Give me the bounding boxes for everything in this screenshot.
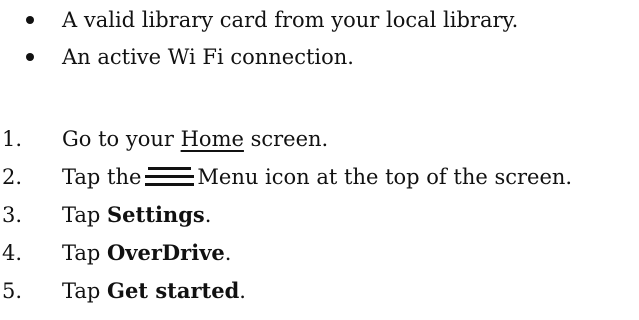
bullet-icon: [26, 16, 34, 24]
step-text-after: .: [204, 203, 212, 227]
requirements-list: A valid library card from your local lib…: [0, 6, 518, 80]
step-text-after: screen.: [243, 127, 329, 151]
step-item: 1. Go to your Home screen.: [0, 125, 572, 163]
step-number: 4.: [2, 241, 23, 265]
step-item: 5. Tap Get started.: [0, 277, 572, 315]
step-bold-text: OverDrive: [107, 240, 225, 265]
step-item: 4. Tap OverDrive.: [0, 239, 572, 277]
requirement-text: A valid library card from your local lib…: [62, 8, 519, 32]
requirement-item: An active Wi Fi connection.: [0, 43, 518, 80]
steps-list: 1. Go to your Home screen. 2. Tap the Men…: [0, 125, 572, 315]
requirement-item: A valid library card from your local lib…: [0, 6, 518, 43]
bullet-icon: [26, 53, 34, 61]
step-number: 5.: [2, 279, 23, 303]
menu-icon: [145, 167, 195, 187]
step-underlined-text: Home: [180, 127, 244, 151]
step-number: 2.: [2, 165, 23, 189]
step-text-after: .: [239, 279, 246, 303]
step-number: 1.: [2, 127, 23, 151]
step-text-after: Menu icon at the top of the screen.: [197, 165, 573, 189]
requirement-text: An active Wi Fi connection.: [62, 45, 354, 69]
step-text-before: Go to your: [62, 127, 181, 151]
step-bold-text: Get started: [107, 278, 240, 303]
step-item: 3. Tap Settings.: [0, 201, 572, 239]
step-text-before: Tap: [62, 203, 108, 227]
step-text-before: Tap the: [62, 165, 142, 189]
step-text-before: Tap: [62, 279, 108, 303]
step-bold-text: Settings: [107, 202, 205, 227]
step-item: 2. Tap the Menu icon at the top of the sc…: [0, 163, 572, 201]
step-number: 3.: [2, 203, 23, 227]
step-text-after: .: [224, 241, 232, 265]
instructions-document: A valid library card from your local lib…: [0, 0, 639, 320]
step-text-before: Tap: [62, 241, 108, 265]
